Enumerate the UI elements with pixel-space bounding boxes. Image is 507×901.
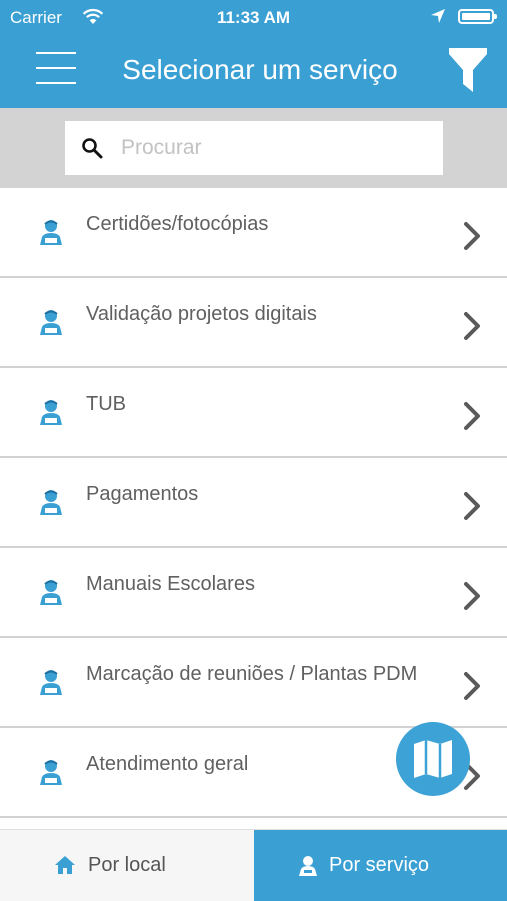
filter-button[interactable]	[448, 46, 488, 94]
person-icon	[40, 310, 62, 335]
page-title: Selecionar um serviço	[122, 54, 398, 85]
search-box[interactable]	[65, 121, 443, 175]
tab-por-local[interactable]: Por local	[0, 830, 254, 901]
service-row-label: Manuais Escolares	[86, 573, 255, 595]
app-header: Carrier 11:33 AM Selecionar um serviço	[0, 0, 507, 108]
service-row[interactable]: Manuais Escolares	[0, 548, 507, 638]
person-icon	[40, 670, 62, 695]
person-icon	[299, 856, 317, 876]
chevron-right-icon	[464, 582, 480, 610]
service-row-label: Pagamentos	[86, 483, 199, 505]
service-row-label: Validação projetos digitais	[86, 303, 317, 325]
search-input[interactable]	[121, 121, 421, 175]
map-view-button[interactable]	[396, 722, 470, 796]
search-bar	[0, 108, 507, 188]
chevron-right-icon	[464, 492, 480, 520]
chevron-right-icon	[464, 402, 480, 430]
service-row[interactable]: TUB	[0, 368, 507, 458]
bottom-tab-bar: Por local Por serviço	[0, 829, 507, 901]
person-icon	[40, 490, 62, 515]
service-row-label: Certidões/fotocópias	[86, 213, 269, 235]
person-icon	[40, 400, 62, 425]
service-row[interactable]: Certidões/fotocópias	[0, 188, 507, 278]
service-row-label: Marcação de reuniões / Plantas PDM	[86, 663, 418, 685]
chevron-right-icon	[464, 222, 480, 250]
map-icon	[414, 740, 452, 778]
person-icon	[40, 580, 62, 605]
service-row[interactable]: Marcação de reuniões / Plantas PDM	[0, 638, 507, 728]
search-icon	[82, 138, 103, 159]
home-icon	[55, 856, 75, 874]
tab-por-servico-label: Por serviço	[329, 854, 430, 876]
status-bar: Carrier 11:33 AM	[0, 0, 507, 36]
service-row[interactable]: Validação projetos digitais	[0, 278, 507, 368]
person-icon	[40, 760, 62, 785]
tab-por-local-label: Por local	[88, 854, 166, 876]
service-row[interactable]: Pagamentos	[0, 458, 507, 548]
service-row-label: TUB	[86, 393, 126, 415]
filter-icon	[449, 48, 487, 92]
service-row-label: Atendimento geral	[86, 753, 249, 775]
person-icon	[40, 220, 62, 245]
location-arrow-icon	[431, 9, 445, 23]
battery-icon	[458, 9, 497, 24]
chevron-right-icon	[464, 312, 480, 340]
tab-por-servico[interactable]: Por serviço	[254, 830, 507, 901]
menu-button[interactable]	[36, 52, 76, 86]
chevron-right-icon	[464, 672, 480, 700]
